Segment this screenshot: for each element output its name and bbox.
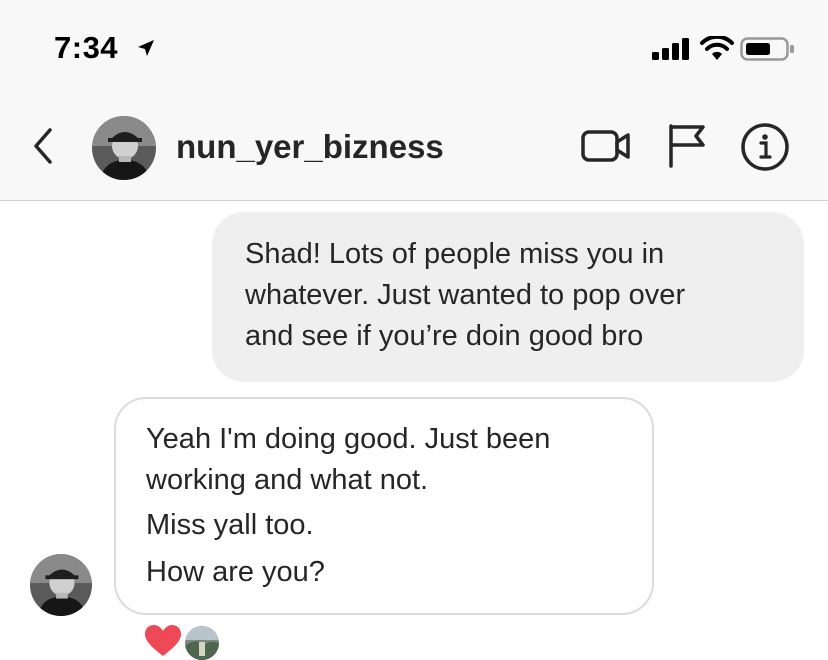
avatar[interactable]	[92, 116, 156, 180]
info-icon[interactable]	[740, 122, 790, 172]
battery-icon	[740, 37, 794, 61]
conversation-username[interactable]: nun_yer_bizness	[176, 128, 444, 166]
heart-icon[interactable]	[144, 624, 182, 657]
profile-photo-icon	[30, 554, 92, 616]
incoming-message-bubble[interactable]: Yeah I'm doing good. Just been working a…	[114, 397, 654, 615]
status-time: 7:34	[54, 30, 119, 65]
profile-photo-icon	[92, 116, 156, 180]
status-bar: 7:34	[0, 0, 828, 96]
sender-avatar[interactable]	[30, 554, 92, 616]
message-line: and see if you’re doin good bro	[245, 320, 644, 352]
wifi-icon	[700, 36, 734, 60]
signal-icon	[652, 38, 689, 60]
chevron-left-icon[interactable]	[30, 126, 56, 166]
message-line: Shad! Lots of people miss you in	[245, 238, 665, 270]
message-line: Yeah I'm doing good. Just been	[146, 423, 551, 455]
flag-icon[interactable]	[666, 122, 708, 168]
reactor-avatar[interactable]	[185, 626, 219, 660]
message-line: whatever. Just wanted to pop over	[245, 279, 686, 311]
message-line: working and what not.	[146, 464, 429, 496]
message-line: Miss yall too.	[146, 509, 314, 541]
outgoing-message-bubble[interactable]: Shad! Lots of people miss you in whateve…	[212, 212, 804, 382]
video-camera-icon[interactable]	[580, 126, 632, 166]
message-line: How are you?	[146, 556, 325, 588]
location-arrow-icon	[138, 40, 154, 56]
conversation-header: nun_yer_bizness	[0, 96, 828, 201]
reactor-photo-icon	[185, 626, 219, 660]
